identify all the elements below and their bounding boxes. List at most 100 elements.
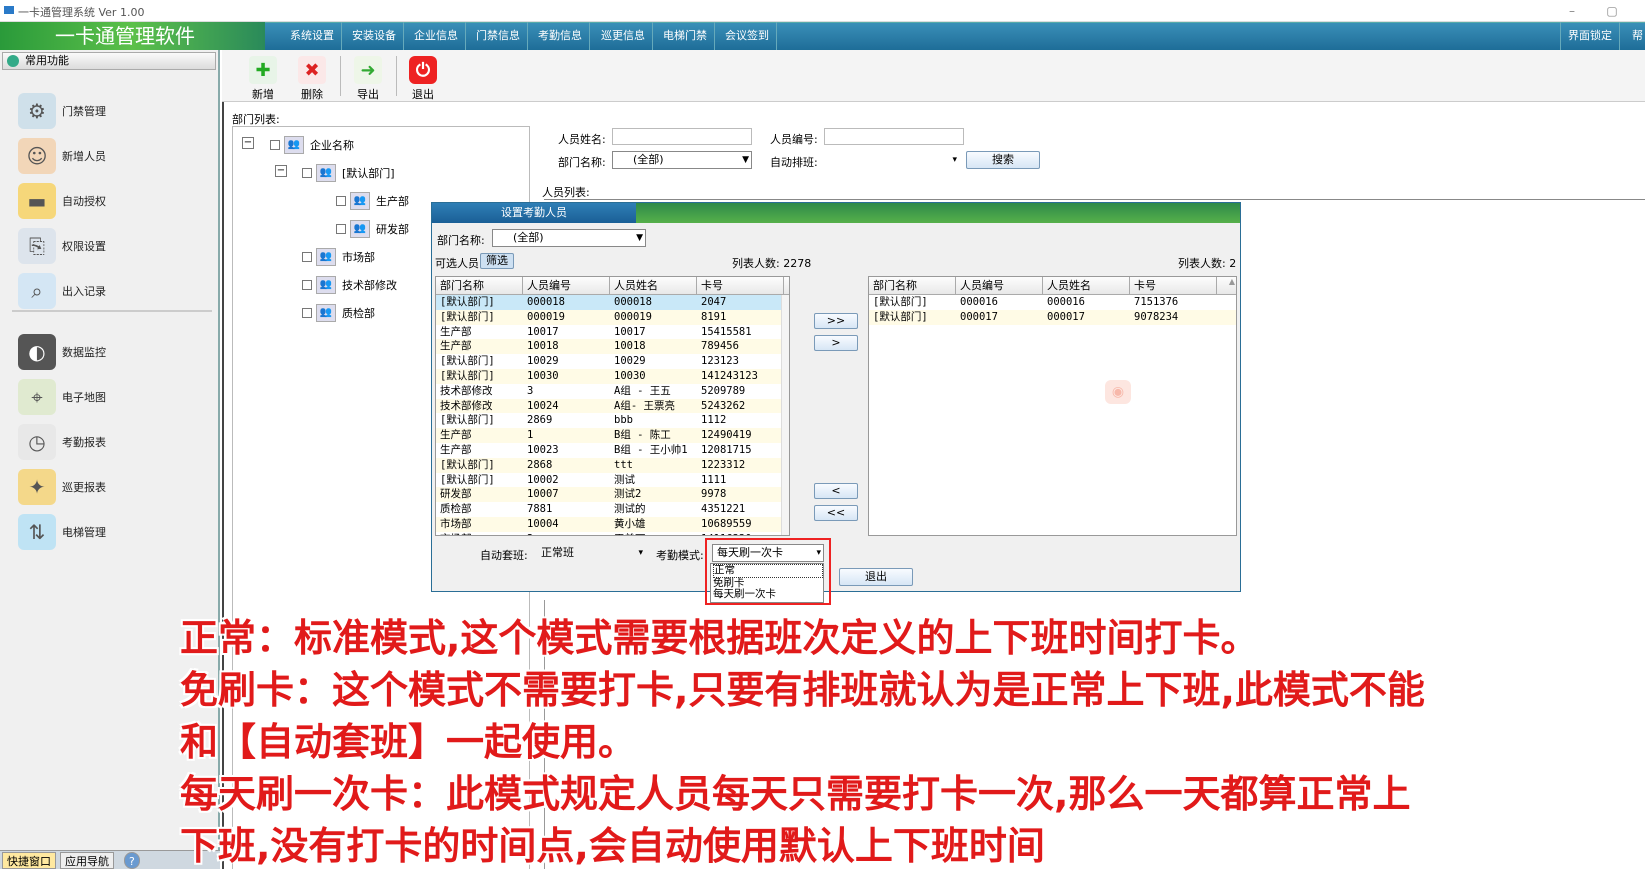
move-left-button[interactable]: < <box>814 483 858 499</box>
checkbox[interactable] <box>336 224 346 234</box>
table-row[interactable]: [默认部门] 000017 000017 9078234 <box>869 309 1236 325</box>
col-id[interactable]: 人员编号 <box>523 277 610 294</box>
menu-item[interactable]: 考勤信息 <box>531 22 590 50</box>
sidebar-item[interactable]: ⚙ 门禁管理 <box>18 92 208 130</box>
table-row[interactable]: [默认部门] 10029 10029 123123 <box>436 354 789 369</box>
patrol-icon: ✦ <box>18 469 56 505</box>
dept-select[interactable]: (全部) ▼ <box>612 151 752 169</box>
col-dept[interactable]: 部门名称 <box>869 277 956 294</box>
title-bar: 一卡通管理系统 Ver 1.00 – ▢ <box>0 0 1645 22</box>
add-button[interactable]: ✚ 新增 <box>240 52 286 102</box>
table-cell: 10004 <box>527 517 559 530</box>
col-dept[interactable]: 部门名称 <box>436 277 523 294</box>
table-row[interactable]: 生产部 10023 B组 - 王小帅1 12081715 <box>436 443 789 458</box>
menu-item[interactable]: 会议签到 <box>718 22 777 50</box>
table-cell: 测试2 <box>614 488 642 501</box>
menu-item[interactable]: 安装设备 <box>345 22 404 50</box>
maximize-button[interactable]: ▢ <box>1600 2 1624 20</box>
search-button[interactable]: 搜索 <box>966 151 1040 169</box>
table-cell: [默认部门] <box>440 414 495 427</box>
sidebar-item[interactable]: ⌕ 出入记录 <box>18 272 208 310</box>
table-row[interactable]: 生产部 10018 10018 789456 <box>436 339 789 355</box>
tab-app-nav[interactable]: 应用导航 <box>60 852 114 869</box>
dialog-dept-select[interactable]: (全部) ▼ <box>492 229 646 247</box>
help-icon[interactable]: ? <box>124 852 140 869</box>
sidebar-item[interactable]: ✦ 巡更报表 <box>18 468 208 506</box>
table-cell: 1111 <box>701 473 727 486</box>
sidebar-item[interactable]: ▬ 自动授权 <box>18 182 208 220</box>
checkbox[interactable] <box>302 252 312 262</box>
menu-help[interactable]: 帮 <box>1625 22 1645 50</box>
sidebar-item[interactable]: ◷ 考勤报表 <box>18 423 208 461</box>
menu-item[interactable]: 巡更信息 <box>594 22 653 50</box>
tree-node-production[interactable]: 👥 生产部 <box>336 192 409 210</box>
checkbox[interactable] <box>336 196 346 206</box>
auto-shift-select[interactable]: 正常班 ▾ <box>536 544 646 562</box>
scrollbar[interactable]: ▲ <box>1227 277 1236 535</box>
tree-node-qa[interactable]: 👥 质检部 <box>302 304 375 322</box>
table-row[interactable]: 市场部2王美丽14116330 <box>436 532 789 535</box>
menu-item[interactable]: 门禁信息 <box>469 22 528 50</box>
table-row[interactable]: [默认部门] 000018 000018 2047 <box>436 295 789 310</box>
checkbox[interactable] <box>270 140 280 150</box>
name-input[interactable] <box>612 128 752 145</box>
table-cell: 2869 <box>527 414 553 427</box>
table-row[interactable]: [默认部门] 000019 000019 8191 <box>436 309 789 325</box>
tree-collapse-icon[interactable]: − <box>275 165 287 177</box>
dialog-exit-button[interactable]: 退出 <box>839 568 913 586</box>
table-row[interactable]: 生产部 1 B组 - 陈工 12490419 <box>436 428 789 443</box>
exit-toolbar-button[interactable]: ⏻ 退出 <box>400 52 446 102</box>
menu-item[interactable]: 系统设置 <box>283 22 342 50</box>
filter-button[interactable]: 筛选 <box>480 253 514 269</box>
tree-collapse-icon[interactable]: − <box>242 137 254 149</box>
id-label: 人员编号: <box>770 133 818 146</box>
checkbox[interactable] <box>302 308 312 318</box>
tree-node-default[interactable]: 👥 [默认部门] <box>302 164 395 182</box>
table-row[interactable]: 生产部 10017 10017 15415581 <box>436 325 789 340</box>
col-id[interactable]: 人员编号 <box>956 277 1043 294</box>
dialog-dept-label: 部门名称: <box>437 234 485 247</box>
table-cell: 10017 <box>614 325 646 338</box>
scrollbar[interactable] <box>781 295 789 535</box>
sidebar-item[interactable]: ⎘ 权限设置 <box>18 227 208 265</box>
export-button[interactable]: ➜ 导出 <box>345 52 391 102</box>
minimize-button[interactable]: – <box>1560 2 1584 20</box>
tree-node-market[interactable]: 👥 市场部 <box>302 248 375 266</box>
table-row[interactable]: [默认部门] 2868 ttt 1223312 <box>436 457 789 473</box>
move-all-right-button[interactable]: >> <box>814 313 858 329</box>
col-card[interactable]: 卡号 <box>1130 277 1217 294</box>
tree-node-rnd[interactable]: 👥 研发部 <box>336 220 409 238</box>
menu-item[interactable]: 企业信息 <box>407 22 466 50</box>
table-row[interactable]: [默认部门] 10030 10030 141243123 <box>436 368 789 384</box>
menu-item[interactable]: 电梯门禁 <box>656 22 715 50</box>
sidebar-item[interactable]: ☺ 新增人员 <box>18 137 208 175</box>
table-cell: 9078234 <box>1134 310 1179 323</box>
sidebar-header[interactable]: 常用功能 <box>2 52 216 70</box>
tree-node-root[interactable]: 👥 企业名称 <box>270 136 354 154</box>
table-row[interactable]: [默认部门] 000016 000016 7151376 <box>869 295 1236 310</box>
sidebar-item[interactable]: ⇅ 电梯管理 <box>18 513 208 551</box>
move-right-button[interactable]: > <box>814 335 858 351</box>
tab-quick-window[interactable]: 快捷窗口 <box>2 852 56 869</box>
checkbox[interactable] <box>302 168 312 178</box>
move-all-left-button[interactable]: << <box>814 505 858 521</box>
table-row[interactable]: 研发部 10007 测试2 9978 <box>436 487 789 503</box>
menu-lock-ui[interactable]: 界面锁定 <box>1560 22 1620 50</box>
col-name[interactable]: 人员姓名 <box>1043 277 1130 294</box>
checkbox[interactable] <box>302 280 312 290</box>
table-row[interactable]: 市场部 10004 黄小雄 10689559 <box>436 516 789 532</box>
shift-select[interactable]: ▾ <box>824 151 960 169</box>
id-input[interactable] <box>824 128 964 145</box>
table-row[interactable]: 技术部修改 10024 A组- 王票亮 5243262 <box>436 398 789 414</box>
sidebar-item[interactable]: ◐ 数据监控 <box>18 333 208 371</box>
table-row[interactable]: 质检部 7881 测试的 4351221 <box>436 502 789 517</box>
left-count: 列表人数: 2278 <box>732 257 812 270</box>
table-row[interactable]: 技术部修改 3 A组 - 王五 5209789 <box>436 384 789 399</box>
table-row[interactable]: [默认部门] 10002 测试 1111 <box>436 473 789 488</box>
sidebar-item[interactable]: ⌖ 电子地图 <box>18 378 208 416</box>
table-row[interactable]: [默认部门] 2869 bbb 1112 <box>436 413 789 428</box>
col-name[interactable]: 人员姓名 <box>610 277 697 294</box>
tree-node-tech[interactable]: 👥 技术部修改 <box>302 276 397 294</box>
delete-button[interactable]: ✖ 删除 <box>289 52 335 102</box>
col-card[interactable]: 卡号 <box>697 277 784 294</box>
